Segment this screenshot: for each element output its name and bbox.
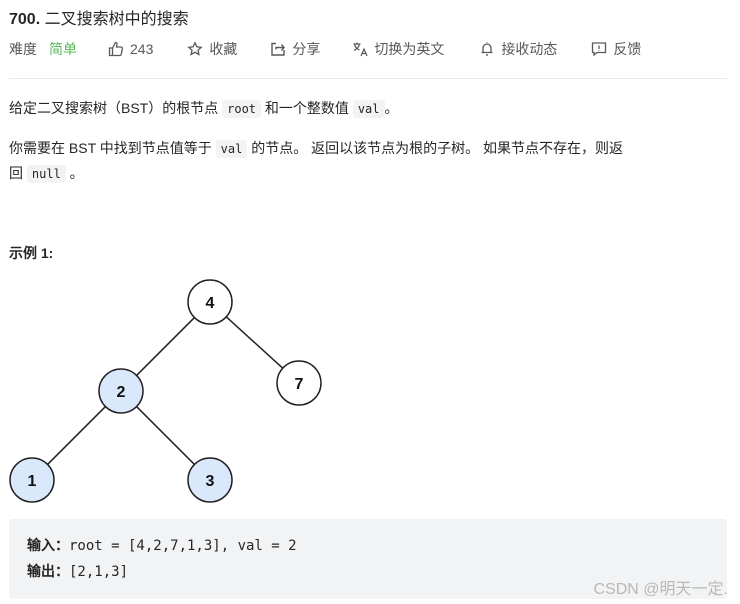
description-paragraph-2: 你需要在 BST 中找到节点值等于 val 的节点。 返回以该节点为根的子树。 … [9,136,729,186]
translate-icon [352,41,368,57]
bst-diagram: 4 2 7 1 3 [9,279,322,503]
text-segment: 的节点。 返回以该节点为根的子树。 如果节点不存在，则返 [247,140,624,156]
difficulty-label: 难度 [9,41,37,57]
text-segment: 。 [384,100,399,116]
thumbs-up-icon [108,41,124,57]
translate-button[interactable]: 切换为英文 [352,39,444,59]
description-paragraph-1: 给定二叉搜索树（BST）的根节点 root 和一个整数值 val。 [9,96,399,121]
input-value: root = [4,2,7,1,3], val = 2 [69,538,297,554]
star-icon [187,41,204,57]
example-output-line: 输出：[2,1,3] [27,561,128,581]
like-button[interactable]: 243 [108,41,153,57]
share-icon [270,41,286,57]
translate-label: 切换为英文 [374,41,445,57]
like-count: 243 [130,41,154,57]
problem-title: 700. 二叉搜索树中的搜索 [9,5,189,29]
text-segment: 和一个整数值 [261,100,353,116]
tree-node-label: 3 [206,473,215,490]
problem-title-text: 二叉搜索树中的搜索 [44,11,189,28]
header-divider [9,78,727,79]
input-label: 输入： [27,537,69,553]
csdn-watermark: CSDN @明天一定. [593,581,728,598]
tree-node-1: 1 [9,457,55,503]
tree-edge [136,317,195,376]
bell-icon [479,41,495,57]
subscribe-label: 接收动态 [501,41,558,57]
difficulty-badge: 简单 [49,41,77,57]
problem-number: 700. [9,11,41,28]
tree-node-label: 4 [206,295,215,312]
tree-edge [136,406,195,465]
tree-node-7: 7 [276,360,322,406]
tree-node-label: 7 [295,376,304,393]
inline-code-root: root [222,100,262,118]
tree-edge [225,316,284,369]
text-segment: 。 [65,165,84,181]
text-segment: 你需要在 BST 中找到节点值等于 [9,140,216,156]
favorite-button[interactable]: 收藏 [187,39,237,59]
tree-node-2: 2 [98,368,144,414]
tree-node-4: 4 [187,279,233,325]
feedback-icon [591,41,607,57]
share-button[interactable]: 分享 [270,39,320,59]
output-value: [2,1,3] [69,564,129,580]
text-segment: 给定二叉搜索树（BST）的根节点 [9,100,223,116]
example-input-line: 输入：root = [4,2,7,1,3], val = 2 [27,535,297,555]
feedback-label: 反馈 [613,41,642,57]
tree-node-label: 1 [28,473,37,490]
tree-node-label: 2 [117,384,126,401]
output-label: 输出： [27,563,69,579]
inline-code-val: val [215,140,248,158]
feedback-button[interactable]: 反馈 [591,39,641,59]
problem-meta-bar: 难度 简单 243 收藏 分享 切换为英文 接收动态 反馈 [9,39,641,59]
inline-code-null: null [26,165,66,183]
favorite-label: 收藏 [209,41,238,57]
inline-code-val: val [352,100,385,118]
subscribe-button[interactable]: 接收动态 [479,39,557,59]
tree-edge [47,406,106,465]
share-label: 分享 [292,41,321,57]
example-title: 示例 1: [9,245,54,261]
tree-node-3: 3 [187,457,233,503]
text-segment: 回 [9,165,27,181]
